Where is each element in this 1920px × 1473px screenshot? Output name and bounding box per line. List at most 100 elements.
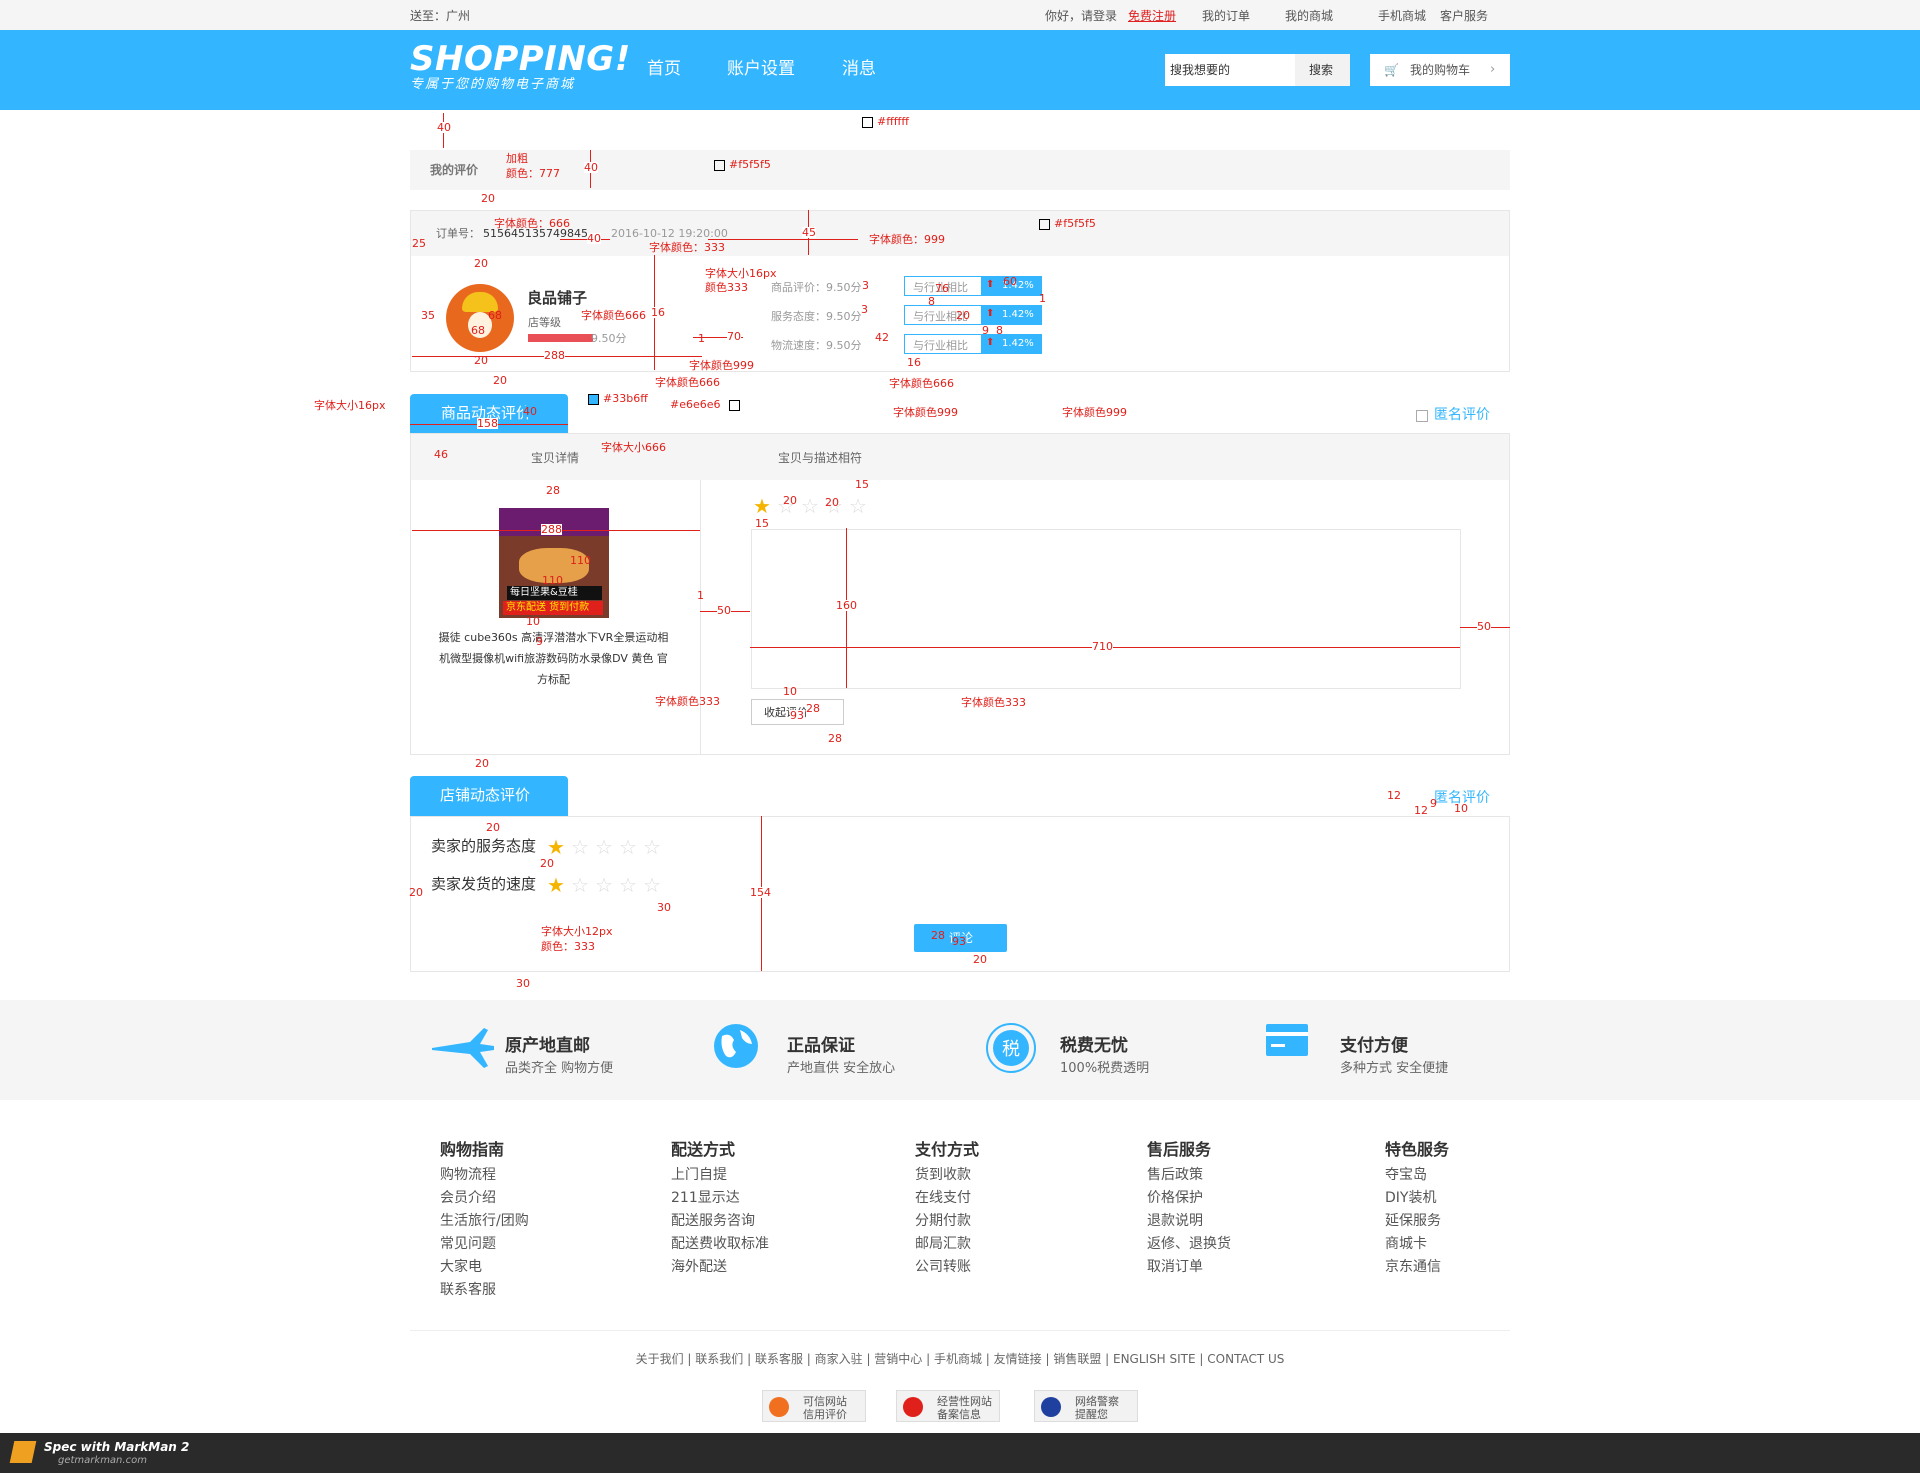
match-rating[interactable]: ★ ☆ ☆ ☆ ☆ (753, 496, 873, 516)
footer-link[interactable]: 海外配送 (671, 1260, 727, 1274)
footer-link[interactable]: 邮局汇款 (915, 1237, 971, 1251)
spec-label: 68 (471, 324, 485, 337)
footer-link[interactable]: 配送费收取标准 (671, 1237, 769, 1251)
location-text[interactable]: 送至：广州 (410, 10, 470, 22)
nav-home[interactable]: 首页 (647, 61, 681, 78)
spec-label: 8 (928, 295, 935, 308)
star-filled-icon[interactable]: ★ (547, 837, 565, 857)
footer-link[interactable]: 夺宝岛 (1385, 1168, 1427, 1182)
level-bar (528, 334, 593, 342)
star-empty-icon[interactable]: ☆ (619, 875, 637, 895)
star-empty-icon[interactable]: ☆ (571, 875, 589, 895)
spec-label: 50 (717, 604, 731, 617)
footer-link[interactable]: 会员介绍 (440, 1191, 496, 1205)
star-empty-icon[interactable]: ☆ (619, 837, 637, 857)
spec-label: 710 (1092, 640, 1113, 653)
search-input[interactable]: 搜我想要的 (1170, 64, 1230, 76)
star-empty-icon[interactable]: ☆ (595, 837, 613, 857)
footer-link[interactable]: 上门自提 (671, 1168, 727, 1182)
star-filled-icon[interactable]: ★ (547, 875, 565, 895)
cart-button[interactable]: 🛒 我的购物车 › (1370, 54, 1510, 86)
star-filled-icon[interactable]: ★ (753, 496, 771, 516)
customer-service-link[interactable]: 客户服务 (1440, 10, 1488, 22)
spec-label: 35 (421, 309, 435, 322)
trust-badge[interactable]: 网络警察 提醒您 (1034, 1390, 1138, 1422)
footer-link[interactable]: 公司转账 (915, 1260, 971, 1274)
nav-messages[interactable]: 消息 (842, 61, 876, 78)
feature-subtitle: 产地直供 安全放心 (787, 1061, 896, 1076)
spec-label: 30 (516, 977, 530, 990)
footer-link[interactable]: 退款说明 (1147, 1214, 1203, 1228)
footer-link[interactable]: 京东通信 (1385, 1260, 1441, 1274)
star-empty-icon[interactable]: ☆ (849, 496, 867, 516)
footer-link[interactable]: 在线支付 (915, 1191, 971, 1205)
footer-link[interactable]: 延保服务 (1385, 1214, 1441, 1228)
top-bar: 送至：广州 你好，请登录 免费注册 我的订单 我的商城 手机商城 客户服务 (0, 0, 1920, 30)
spec-note: 颜色333 (705, 281, 748, 294)
star-empty-icon[interactable]: ☆ (571, 837, 589, 857)
feature-subtitle: 品类齐全 购物方便 (505, 1061, 614, 1076)
logo[interactable]: SHOPPING! (410, 42, 631, 76)
spec-label: 15 (755, 517, 769, 530)
spec-note: 字体大小12px (541, 925, 613, 938)
spec-note: 字体颜色999 (893, 406, 958, 419)
spec-note: 字体大小666 (601, 441, 666, 454)
spec-label: 50 (1477, 620, 1491, 633)
spec-note: 颜色：333 (541, 940, 595, 953)
delivery-rating[interactable]: ★ ☆ ☆ ☆ ☆ (547, 875, 667, 895)
spec-label: 20 (783, 494, 797, 507)
mobile-mall-link[interactable]: 手机商城 (1378, 10, 1426, 22)
card-icon (1265, 1022, 1309, 1062)
footer-link[interactable]: 价格保护 (1147, 1191, 1203, 1205)
feature-title: 支付方便 (1340, 1036, 1408, 1056)
spec-label: 12 (1387, 789, 1401, 802)
tab-shop-review[interactable]: 店铺动态评价 (410, 776, 568, 816)
spec-label: 20 (486, 821, 500, 834)
footer-link[interactable]: 分期付款 (915, 1214, 971, 1228)
anonymous-label[interactable]: 匿名评价 (1434, 408, 1490, 422)
footer-link[interactable]: 取消订单 (1147, 1260, 1203, 1274)
nav-account[interactable]: 账户设置 (727, 61, 795, 78)
chevron-right-icon: › (1490, 62, 1496, 77)
spec-label: 20 (481, 192, 495, 205)
markman-url: getmarkman.com (58, 1455, 147, 1466)
footer-link[interactable]: 常见问题 (440, 1237, 496, 1251)
footer-col-title: 特色服务 (1385, 1140, 1450, 1159)
tax-icon: 税 (985, 1022, 1037, 1078)
footer-link[interactable]: 联系客服 (440, 1283, 496, 1297)
footer-link[interactable]: DIY装机 (1385, 1191, 1436, 1205)
footer-col-title: 支付方式 (915, 1140, 980, 1159)
review-textarea[interactable] (751, 529, 1461, 689)
anonymous-checkbox[interactable] (1416, 410, 1428, 422)
footer-link[interactable]: 购物流程 (440, 1168, 496, 1182)
footer-link[interactable]: 货到收款 (915, 1168, 971, 1182)
footer-link[interactable]: 商城卡 (1385, 1237, 1427, 1251)
star-empty-icon[interactable]: ☆ (801, 496, 819, 516)
star-empty-icon[interactable]: ☆ (643, 875, 661, 895)
trust-badge[interactable]: 经营性网站 备案信息 (896, 1390, 1000, 1422)
login-link[interactable]: 你好，请登录 (1045, 10, 1117, 22)
star-empty-icon[interactable]: ☆ (595, 875, 613, 895)
product-title[interactable]: 摄徒 cube360s 高清浮潜潜水下VR全景运动相机微型摄像机wifi旅游数码… (436, 627, 671, 690)
register-link[interactable]: 免费注册 (1128, 10, 1176, 22)
footer-link[interactable]: 配送服务咨询 (671, 1214, 755, 1228)
spec-note: 字体颜色666 (889, 377, 954, 390)
badge-line2: 信用评价 (803, 1408, 847, 1421)
spec-label: 10 (783, 685, 797, 698)
spec-label: 28 (828, 732, 842, 745)
my-mall-link[interactable]: 我的商城 (1285, 10, 1333, 22)
service-rating[interactable]: ★ ☆ ☆ ☆ ☆ (547, 837, 667, 857)
shop-name[interactable]: 良品铺子 (527, 291, 587, 306)
footer-link[interactable]: 售后政策 (1147, 1168, 1203, 1182)
footer-link[interactable]: 返修、退换货 (1147, 1237, 1231, 1251)
search-button[interactable]: 搜索 (1295, 54, 1350, 86)
footer-link[interactable]: 大家电 (440, 1260, 482, 1274)
footer-link[interactable]: 211显示达 (671, 1191, 740, 1205)
star-empty-icon[interactable]: ☆ (643, 837, 661, 857)
trust-badge[interactable]: 可信网站 信用评价 (762, 1390, 866, 1422)
spec-label: 93 (790, 709, 804, 722)
color-swatch-icon (714, 160, 725, 171)
footer-links[interactable]: 关于我们 | 联系我们 | 联系客服 | 商家入驻 | 营销中心 | 手机商城 … (410, 1350, 1510, 1367)
footer-link[interactable]: 生活旅行/团购 (440, 1214, 529, 1228)
my-orders-link[interactable]: 我的订单 (1202, 10, 1250, 22)
